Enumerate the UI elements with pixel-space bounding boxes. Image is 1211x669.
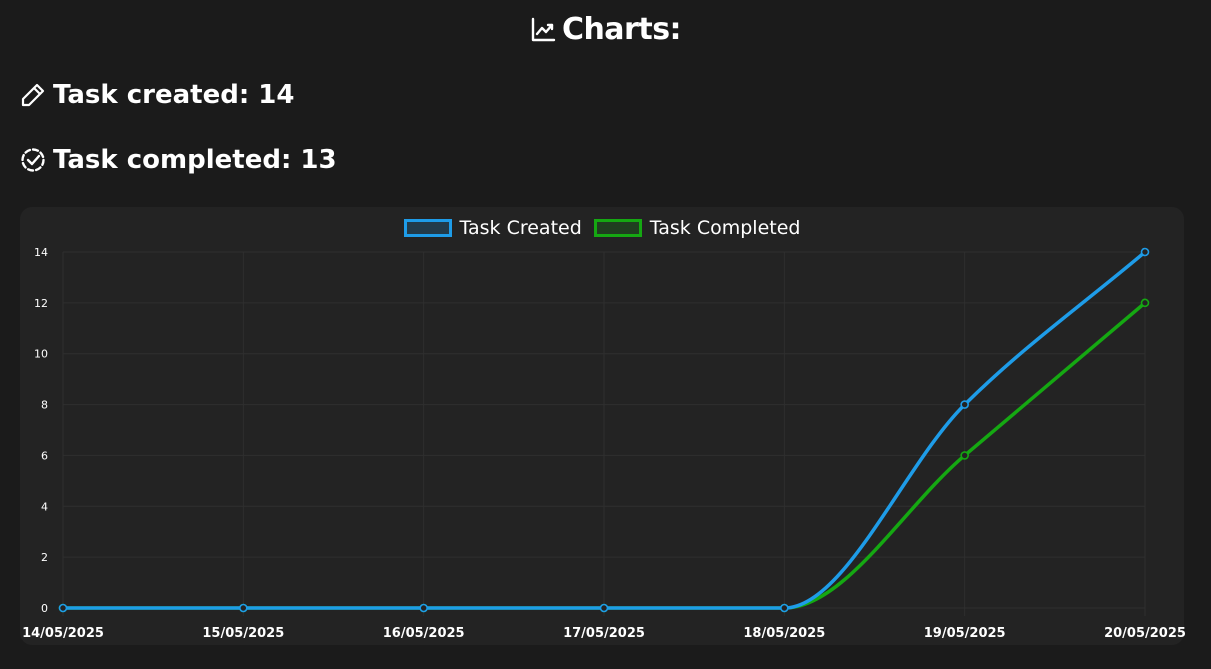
y-tick-label: 8 [41,399,48,412]
data-point-task-created[interactable] [58,603,68,613]
data-point-task-created[interactable] [780,603,789,613]
legend-item-task-completed[interactable]: Task Completed [593,217,801,239]
y-tick-label: 14 [34,246,48,259]
x-tick-label: 14/05/2025 [22,626,104,641]
task-completed-label: Task completed: 13 [53,145,337,175]
x-tick-label: 16/05/2025 [383,626,465,641]
grid-lines [62,251,1146,616]
data-point-task-created[interactable] [1140,247,1150,257]
data-point-task-created[interactable] [419,603,428,613]
charts-heading: Charts: [0,12,1211,47]
x-tick-label: 19/05/2025 [924,626,1006,641]
check-circle-dashed-icon [20,147,46,173]
legend-swatch [403,219,452,237]
legend-item-task-created[interactable]: Task Created [403,217,582,239]
chart-card: 0 2 4 6 8 10 12 14 14/05/2025 15/05/2025 16/05/202… [20,207,1186,645]
chart-legend: Task Created Task Completed [20,217,1184,239]
data-point-task-created[interactable] [239,603,248,613]
legend-label: Task Completed [649,217,801,239]
task-created-stat: Task created: 14 [20,80,294,110]
y-tick-label: 6 [41,449,48,462]
y-tick-label: 2 [41,551,48,564]
line-chart: 0 2 4 6 8 10 12 14 14/05/2025 15/05/2025 16/05/202… [22,246,1186,641]
task-completed-stat: Task completed: 13 [20,145,337,175]
data-point-task-created[interactable] [960,400,969,409]
y-tick-label: 0 [41,602,48,615]
line-chart-icon [530,17,556,43]
y-tick-label: 4 [41,500,48,513]
x-tick-label: 17/05/2025 [563,626,645,641]
x-tick-label: 18/05/2025 [743,626,825,641]
data-point-task-completed[interactable] [960,451,969,460]
x-tick-label: 15/05/2025 [202,626,284,641]
data-point-task-completed[interactable] [1140,298,1150,308]
task-created-label: Task created: 14 [53,80,295,110]
page: Charts: Task created: 14 Task completed:… [0,0,1211,669]
pencil-icon [20,82,46,108]
y-tick-label: 12 [34,297,48,310]
legend-swatch [593,219,642,237]
y-tick-label: 10 [34,348,48,361]
x-tick-label: 20/05/2025 [1104,626,1186,641]
data-point-task-created[interactable] [599,603,609,613]
legend-label: Task Created [459,217,582,239]
page-title: Charts: [561,12,682,47]
